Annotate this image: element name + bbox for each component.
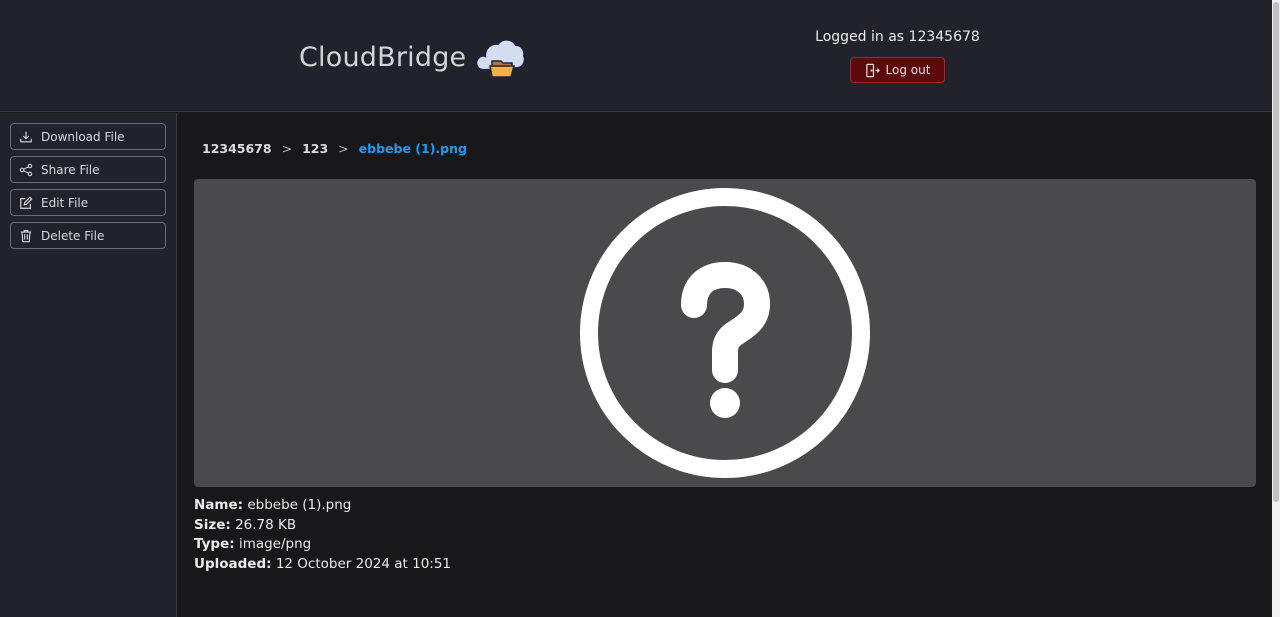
breadcrumb-item[interactable]: 12345678 — [202, 141, 272, 156]
breadcrumb-item[interactable]: 123 — [302, 141, 328, 156]
file-name: ebbebe (1).png — [247, 497, 352, 513]
breadcrumb-separator: > — [338, 141, 349, 156]
download-file-button[interactable]: Download File — [10, 123, 166, 150]
user-area: Logged in as 12345678 Log out — [790, 29, 1005, 83]
sidebar-item-label: Download File — [41, 129, 125, 144]
file-preview — [194, 179, 1256, 487]
edit-icon — [20, 196, 33, 209]
share-icon — [19, 163, 33, 176]
app-header: CloudBridge Logged in as 12345678 Log ou… — [0, 0, 1272, 112]
sidebar-item-label: Edit File — [41, 195, 89, 210]
logout-label: Log out — [885, 63, 931, 77]
file-name-row: Name: ebbebe (1).png — [194, 497, 352, 513]
file-size: 26.78 KB — [235, 516, 297, 533]
sidebar-item-label: Delete File — [41, 228, 105, 243]
logout-icon — [865, 63, 880, 77]
sidebar-item-label: Share File — [41, 162, 100, 177]
file-type-row: Type: image/png — [194, 536, 312, 552]
page-scrollbar[interactable] — [1272, 0, 1280, 617]
file-uploaded: 12 October 2024 at 10:51 — [275, 555, 452, 572]
sidebar: Download File Share File Edit File Delet… — [0, 113, 177, 617]
app-logo[interactable]: CloudBridge — [299, 34, 527, 80]
breadcrumb-current: ebbebe (1).png — [358, 141, 467, 156]
logged-in-text: Logged in as 12345678 — [815, 29, 980, 45]
file-size-row: Size: 26.78 KB — [194, 516, 297, 533]
breadcrumb: 12345678 > 123 > ebbebe (1).png — [202, 141, 467, 156]
scrollbar-thumb[interactable] — [1273, 2, 1279, 502]
file-type: image/png — [238, 536, 312, 552]
delete-file-button[interactable]: Delete File — [10, 222, 166, 249]
trash-icon — [20, 229, 32, 242]
cloud-folder-icon — [475, 38, 527, 78]
breadcrumb-separator: > — [281, 141, 293, 156]
file-info: Name: ebbebe (1).png Size: 26.78 KB Type… — [194, 496, 451, 574]
file-uploaded-row: Uploaded: 12 October 2024 at 10:51 — [194, 555, 452, 572]
share-file-button[interactable]: Share File — [10, 156, 166, 183]
app-name: CloudBridge — [299, 41, 467, 73]
logout-button[interactable]: Log out — [850, 57, 945, 83]
edit-file-button[interactable]: Edit File — [10, 189, 166, 216]
question-circle-icon — [580, 188, 870, 478]
download-icon — [20, 131, 32, 142]
